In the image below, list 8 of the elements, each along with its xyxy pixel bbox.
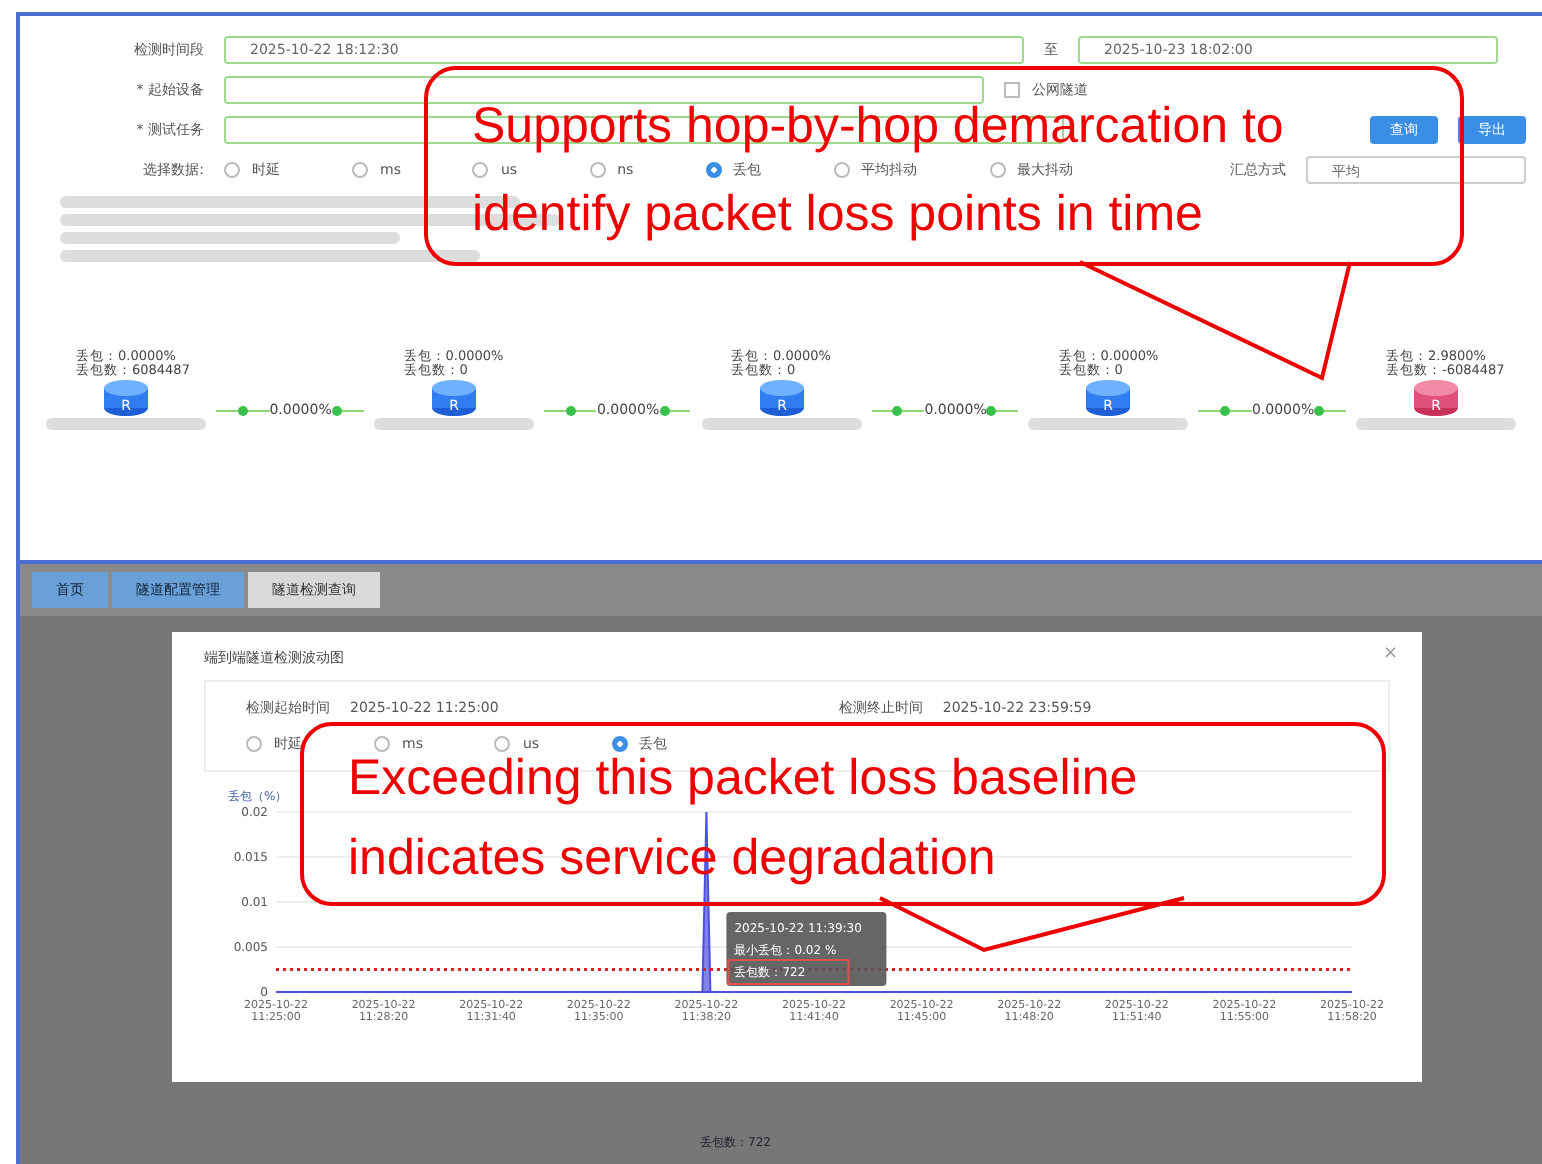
link-dot bbox=[1314, 405, 1325, 415]
link-dot bbox=[331, 405, 342, 415]
link-dot bbox=[565, 405, 576, 415]
link-dot bbox=[1220, 405, 1231, 415]
link-dot bbox=[986, 405, 997, 415]
link-dot bbox=[237, 405, 248, 415]
link-dot bbox=[892, 405, 903, 415]
link-dot bbox=[659, 405, 670, 415]
